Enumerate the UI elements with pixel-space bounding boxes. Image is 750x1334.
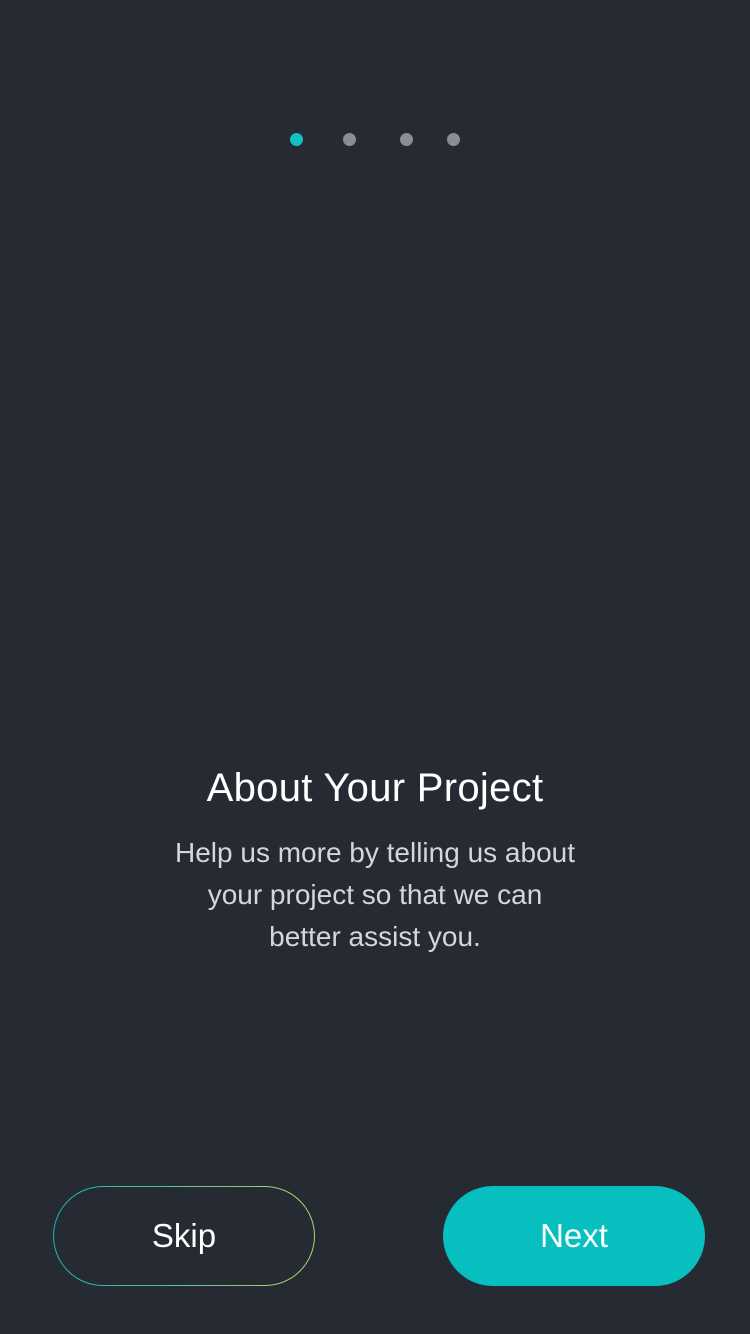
page-dot-1-active[interactable] <box>290 133 303 146</box>
onboarding-title: About Your Project <box>206 766 544 810</box>
skip-button-label: Skip <box>151 1217 217 1254</box>
next-button[interactable]: Next <box>443 1186 705 1286</box>
next-button-label: Next <box>540 1217 608 1254</box>
page-dot-3[interactable] <box>400 133 413 146</box>
page-dot-4[interactable] <box>447 133 460 146</box>
page-indicator <box>0 133 750 147</box>
page-dot-2[interactable] <box>343 133 356 146</box>
onboarding-description: Help us more by telling us about your pr… <box>175 837 575 952</box>
skip-button[interactable]: Skip <box>53 1186 315 1286</box>
